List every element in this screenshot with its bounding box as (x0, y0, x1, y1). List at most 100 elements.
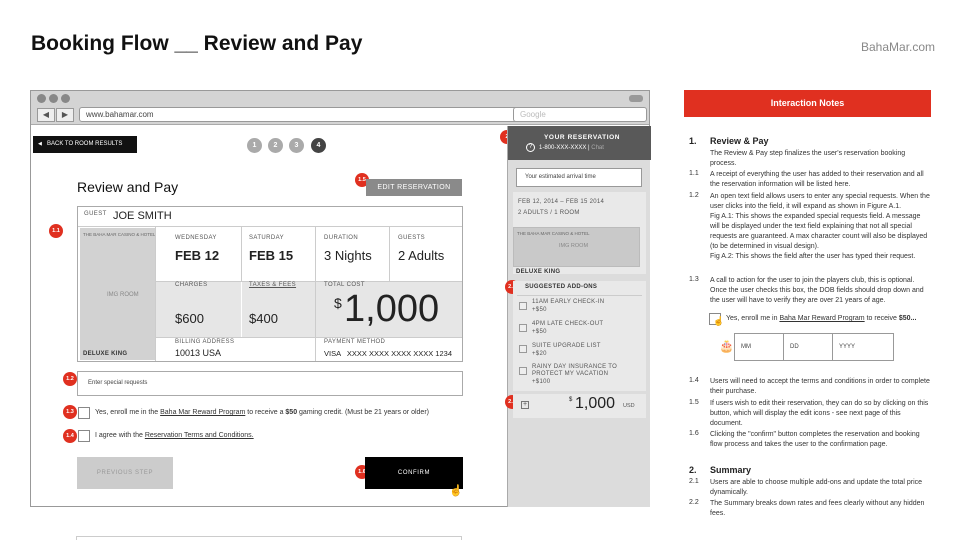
next-page-edge (76, 536, 462, 540)
reservation-header: YOUR RESERVATION ? 1-800-XXX-XXXX | Chat (508, 126, 651, 160)
addon-name-3: SUITE UPGRADE LIST (532, 343, 601, 349)
reservation-panel: YOUR RESERVATION ? 1-800-XXX-XXXX | Chat… (505, 126, 651, 507)
addon-checkbox-3[interactable] (519, 345, 527, 353)
terms-checkbox[interactable] (78, 430, 90, 442)
step-indicator-2[interactable]: 2 (268, 138, 283, 153)
enroll-checkbox[interactable] (78, 407, 90, 419)
taxes-fees-link[interactable]: TAXES & FEES (249, 282, 296, 288)
duration-value: 3 Nights (324, 248, 372, 263)
total-cost-value: 1,000 (344, 288, 440, 330)
terms-label: I agree with the Reservation Terms and C… (95, 432, 254, 439)
billing-label: BILLING ADDRESS (175, 339, 235, 345)
step-indicator-3[interactable]: 3 (289, 138, 304, 153)
dob-month-field[interactable]: MM (734, 333, 790, 361)
addon-checkbox-1[interactable] (519, 302, 527, 310)
step-indicator-4[interactable]: 4 (311, 138, 326, 153)
browser-forward-icon[interactable]: ▶ (56, 108, 74, 122)
section-2-title: Summary (710, 465, 752, 475)
example-reward-link[interactable]: Baha Mar Reward Program (779, 315, 864, 322)
addon-name-1: 11AM EARLY CHECK-IN (532, 299, 605, 305)
total-currency: $ (334, 295, 342, 311)
reservation-title: YOUR RESERVATION (544, 134, 621, 141)
browser-chrome: ◀ ▶ www.bahamar.com Google (31, 91, 649, 125)
room-image: THE BAHA MAR CASINO & HOTEL IMG ROOM DEL… (80, 228, 156, 360)
checkin-date: FEB 12 (175, 248, 220, 263)
reward-program-link[interactable]: Baha Mar Reward Program (160, 409, 245, 416)
addon-checkbox-2[interactable] (519, 324, 527, 332)
guest-label: GUEST (84, 211, 107, 217)
divider (241, 281, 242, 337)
phone-line: 1-800-XXX-XXXX | Chat (539, 145, 604, 151)
expand-plus-icon[interactable]: + (521, 401, 529, 409)
checkout-day: SATURDAY (249, 235, 284, 241)
browser-search-input[interactable]: Google (513, 107, 647, 122)
note-1-4-text: Users will need to accept the terms and … (710, 378, 930, 395)
divider (241, 227, 242, 281)
section-1-title: Review & Pay (710, 136, 769, 146)
section-1-intro: The Review & Pay step finalizes the user… (710, 150, 906, 167)
browser-back-icon[interactable]: ◀ (37, 108, 55, 122)
duration-label: DURATION (324, 235, 359, 241)
section-2-number: 2. (689, 465, 697, 475)
payment-label: PAYMENT METHOD (324, 339, 386, 345)
divider (517, 295, 642, 296)
img-room-label: IMG ROOM (559, 243, 589, 249)
pointer-cursor-icon: ☝ (713, 316, 725, 326)
note-2-1-text: Users are able to choose multiple add-on… (710, 479, 923, 496)
note-badge-1-3: 1.3 (63, 405, 77, 419)
note-1-5-number: 1.5 (689, 399, 699, 406)
img-room-label: IMG ROOM (107, 292, 139, 298)
enroll-amount: $50 (285, 409, 298, 416)
minimize-window-dot[interactable] (49, 94, 58, 103)
total-currency: $ (569, 397, 573, 403)
page-title: Booking Flow __ Review and Pay (31, 32, 363, 55)
divider (155, 227, 156, 361)
terms-link[interactable]: Reservation Terms and Conditions. (145, 432, 254, 439)
addon-checkbox-4[interactable] (519, 367, 527, 375)
back-to-results-button[interactable]: ◀ BACK TO ROOM RESULTS (33, 136, 137, 153)
maximize-window-dot[interactable] (61, 94, 70, 103)
dob-year-field[interactable]: YYYY (832, 333, 894, 361)
step-indicator-1[interactable]: 1 (247, 138, 262, 153)
taxes-value: $400 (249, 311, 278, 326)
room-type: DELUXE KING (516, 269, 561, 275)
reservation-summary: FEB 12, 2014 – FEB 15 2014 2 ADULTS / 1 … (513, 192, 646, 275)
arrival-time-input[interactable]: Your estimated arrival time (516, 168, 642, 187)
fig-a2-text: Fig A.2: This shows the field after the … (710, 253, 916, 260)
edit-reservation-button[interactable]: EDIT RESERVATION (366, 179, 462, 196)
addon-price-3: +$20 (532, 351, 547, 357)
addons-box: SUGGESTED ADD-ONS 11AM EARLY CHECK-IN +$… (513, 281, 646, 391)
fig-a1-text: Fig A.1: This shows the expanded special… (710, 213, 928, 250)
chat-link[interactable]: Chat (591, 145, 604, 151)
addon-name-4: RAINY DAY INSURANCE TO (532, 364, 618, 370)
charges-value: $600 (175, 311, 204, 326)
note-1-6-text: Clicking the "confirm" button completes … (710, 431, 920, 448)
browser-window: ◀ ▶ www.bahamar.com Google ◀ BACK TO ROO… (30, 90, 651, 507)
note-2-2-text: The Summary breaks down rates and fees c… (710, 500, 925, 517)
resize-handle[interactable] (629, 95, 643, 102)
url-bar[interactable]: www.bahamar.com (79, 107, 539, 122)
close-window-dot[interactable] (37, 94, 46, 103)
total-value: 1,000 (575, 395, 616, 412)
note-badge-1-2: 1.2 (63, 372, 77, 386)
payment-value: VISA XXXX XXXX XXXX XXXX 1234 (324, 349, 452, 358)
note-1-3-number: 1.3 (689, 276, 699, 283)
dob-day-field[interactable]: DD (783, 333, 839, 361)
enroll-text: Yes, enroll me in the (95, 409, 161, 416)
left-arrow-icon: ◀ (38, 141, 42, 147)
previous-step-button[interactable]: PREVIOUS STEP (77, 457, 173, 489)
enroll-text: gaming credit. (Must be 21 years or olde… (297, 409, 429, 416)
example-enroll-text: to receive (864, 315, 899, 322)
total-summary: + $ 1,000 USD (513, 394, 646, 418)
checkin-day: WEDNESDAY (175, 235, 217, 241)
note-1-2-number: 1.2 (689, 192, 699, 199)
enroll-label: Yes, enroll me in the Baha Mar Reward Pr… (95, 409, 429, 416)
addon-name-2: 4PM LATE CHECK-OUT (532, 321, 604, 327)
special-requests-input[interactable]: Enter special requests (77, 371, 463, 396)
separator: | (588, 145, 590, 151)
divider (389, 227, 390, 281)
room-thumbnail: THE BAHA MAR CASINO & HOTEL IMG ROOM (513, 227, 640, 267)
note-1-6-number: 1.6 (689, 430, 699, 437)
total-unit: USD (623, 403, 635, 409)
addon-name-4b: PROTECT MY VACATION (532, 371, 609, 377)
